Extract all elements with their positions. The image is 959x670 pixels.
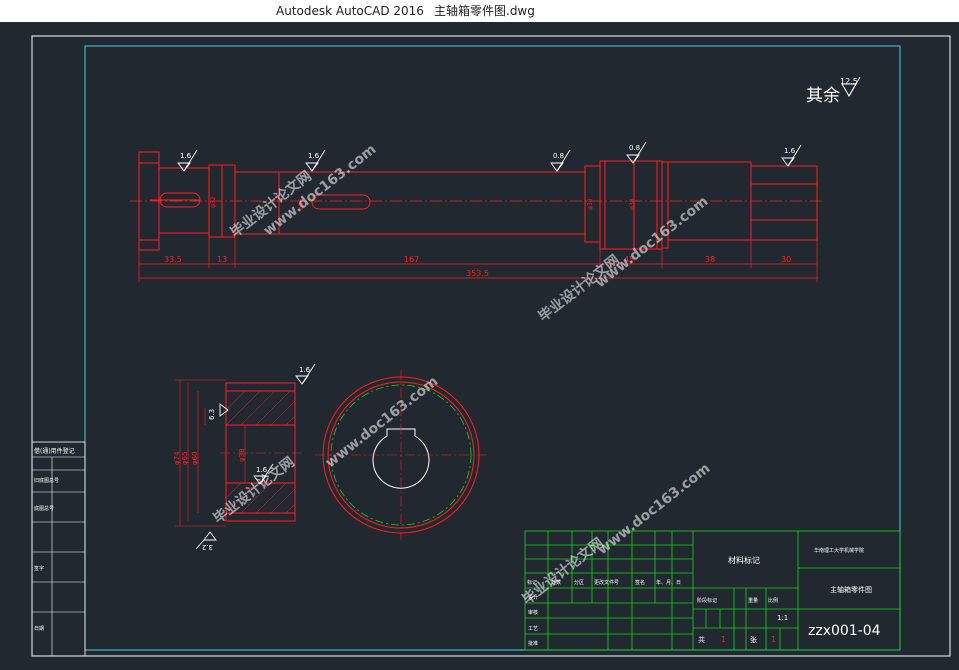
- tb-drawing-no: zzx001-04: [808, 623, 881, 639]
- dim-seg3: 167: [404, 255, 419, 264]
- tb-small-5: 签名: [635, 579, 645, 586]
- shaft-roughness-symbols: [177, 141, 802, 172]
- left-strip-label-4: 签字: [34, 565, 44, 572]
- tb-stage-2: 重量: [748, 597, 758, 604]
- left-strip-label-1: 借(通)用件登记: [34, 447, 75, 455]
- dim-seg5: 38: [705, 255, 715, 264]
- roughness-note-value: 12.5: [840, 77, 858, 86]
- tb-sheet-index: 1: [771, 635, 776, 644]
- gear-dia-4: φ38: [238, 448, 246, 462]
- shaft-ra-5: 1.6: [784, 147, 796, 155]
- tb-small-3: 分区: [574, 579, 584, 586]
- inner-frame: [84, 45, 901, 651]
- drawing-canvas[interactable]: 借(通)用件登记 旧底图总号 底图总号 签字 日期 其余 12.5 33.5 1…: [0, 22, 959, 670]
- gear-dia-1: φ74: [173, 451, 181, 465]
- watermark-cn-2: 毕业设计论文网: [535, 251, 623, 325]
- tb-row-3: 工艺: [528, 626, 538, 632]
- roughness-note: 其余 12.5: [806, 76, 861, 106]
- shaft-ra-3: 0.8: [553, 152, 564, 160]
- dim-seg2: 13: [217, 255, 227, 264]
- tb-row-4: 批准: [528, 640, 538, 647]
- shaft-view[interactable]: [130, 151, 825, 282]
- tb-sheet-label-left: 共: [698, 635, 705, 644]
- dim-seg6: 30: [781, 255, 791, 264]
- gear-ra-left: 6.3: [208, 409, 216, 420]
- window-titlebar: Autodesk AutoCAD 2016 主轴箱零件图.dwg: [0, 0, 959, 22]
- shaft-dia-3: φ38: [587, 198, 594, 210]
- app-title: Autodesk AutoCAD 2016: [276, 4, 424, 18]
- gear-dimension-texts: φ74 φ65 φ60 φ38: [173, 448, 246, 465]
- watermarks: 毕业设计论文网 www.doc163.com 毕业设计论文网 www.doc16…: [210, 141, 713, 608]
- shaft-ra-4: 0.8: [629, 144, 640, 152]
- tb-row-2: 审核: [528, 609, 538, 616]
- shaft-dia-1: φ32: [210, 196, 217, 208]
- watermark-url-3: www.doc163.com: [323, 373, 442, 471]
- left-strip: 借(通)用件登记 旧底图总号 底图总号 签字 日期: [31, 441, 86, 657]
- left-strip-label-5: 日期: [34, 626, 44, 632]
- tb-sheet-label-right: 张: [750, 635, 757, 644]
- dim-seg1: 33.5: [164, 255, 182, 264]
- dim-total: 353.5: [466, 269, 489, 278]
- tb-scale: 1:1: [777, 614, 788, 622]
- tb-school: 华南理工大学机械学院: [814, 547, 864, 554]
- left-strip-label-2: 旧底图总号: [34, 477, 59, 484]
- tb-stage-1: 阶段标记: [697, 597, 717, 604]
- shaft-dia-4: φ38: [629, 198, 636, 210]
- tb-small-4: 更改文件号: [594, 579, 619, 586]
- roughness-note-text: 其余: [806, 86, 840, 106]
- gear-ra-bottom: 3.2: [202, 543, 213, 551]
- tb-material: 材料标记: [728, 555, 760, 565]
- watermark-url-4: www.doc163.com: [595, 460, 714, 558]
- file-name: 主轴箱零件图.dwg: [434, 4, 535, 18]
- watermark-cn-3: 毕业设计论文网: [210, 453, 298, 527]
- tb-stage-3: 比例: [768, 597, 778, 604]
- watermark-url-2: www.doc163.com: [593, 193, 712, 291]
- left-strip-label-3: 底图总号: [34, 505, 54, 512]
- gear-ra-top: 1.6: [299, 366, 311, 374]
- outer-frame: [31, 35, 951, 657]
- shaft-roughness-values: 1.6 1.6 0.8 0.8 1.6: [180, 144, 796, 160]
- shaft-ra-1: 1.6: [180, 152, 192, 160]
- tb-part-name: 主轴箱零件图: [830, 585, 872, 594]
- gear-dia-2: φ65: [181, 451, 189, 465]
- shaft-ra-2: 1.6: [308, 152, 320, 160]
- tb-sheet-count: 1: [721, 635, 726, 644]
- tb-small-6: 年、月、日: [656, 579, 681, 586]
- gear-dia-3: φ60: [191, 451, 199, 465]
